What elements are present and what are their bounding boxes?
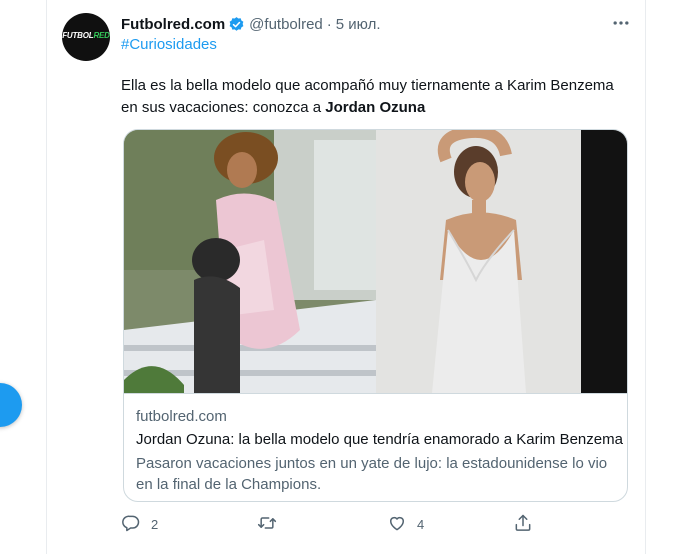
card-domain: futbolred.com [136, 408, 227, 425]
column-divider-right [645, 0, 646, 554]
tweet-actions: 2 4 [121, 512, 541, 536]
timestamp[interactable]: 5 июл. [336, 16, 381, 33]
card-photo-right [376, 130, 627, 393]
tweet-text: Ella es la bella modelo que acompañó muy… [121, 77, 614, 116]
like-icon [387, 513, 407, 536]
separator-dot: · [326, 15, 332, 33]
card-image[interactable] [124, 130, 627, 393]
card-description: Pasaron vacaciones juntos en un yate de … [136, 455, 608, 493]
tweet[interactable]: FUTBOLRED Futbolred.com @futbolred · 5 и… [47, 0, 645, 554]
compose-tweet-button[interactable] [0, 383, 22, 427]
like-button[interactable]: 4 [387, 512, 424, 536]
reply-button[interactable]: 2 [121, 512, 158, 536]
share-icon [513, 513, 533, 536]
card-photo-left [124, 130, 376, 393]
retweet-button[interactable] [257, 512, 287, 536]
like-count: 4 [417, 516, 425, 532]
card-title: Jordan Ozuna: la bella modelo que tendrí… [136, 431, 623, 448]
retweet-icon [257, 513, 277, 536]
link-card[interactable]: futbolred.com Jordan Ozuna: la bella mod… [123, 129, 628, 502]
tweet-header: Futbolred.com @futbolred · 5 июл. [121, 14, 381, 34]
reply-count: 2 [151, 516, 159, 532]
verified-badge-icon [228, 16, 245, 33]
card-divider [124, 393, 627, 394]
handle[interactable]: @futbolred [249, 16, 323, 33]
tweet-text-bold: Jordan Ozuna [325, 99, 426, 116]
display-name[interactable]: Futbolred.com [121, 16, 225, 33]
reply-icon [121, 513, 141, 536]
avatar-logo: FUTBOLRED [62, 31, 110, 40]
share-button[interactable] [513, 512, 533, 536]
hashtag-link[interactable]: #Curiosidades [121, 36, 217, 53]
avatar[interactable]: FUTBOLRED [62, 13, 110, 61]
more-options-icon[interactable] [607, 13, 635, 33]
